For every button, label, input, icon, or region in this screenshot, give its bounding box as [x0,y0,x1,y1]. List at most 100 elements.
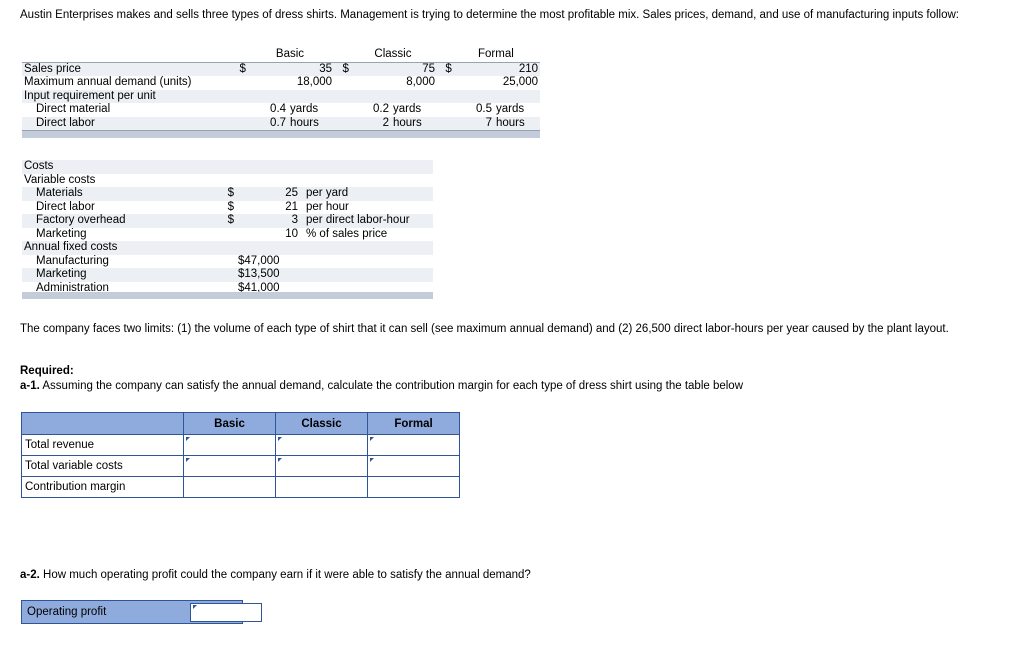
table-row: Maximum annual demand (units) 18,000 8,0… [22,76,540,90]
question-a2-prefix: a-2. [20,569,40,581]
operating-profit-row: Operating profit [21,600,262,624]
contribution-margin-formal-cell[interactable] [367,476,460,498]
table-row: Annual fixed costs [22,241,433,255]
sales-price-basic: 35 [245,62,335,76]
limits-paragraph: The company faces two limits: (1) the vo… [20,323,949,335]
direct-material-classic-value: 0.2 [373,103,389,115]
costs-data-table: Costs Variable costs Materials $ 25 per … [22,160,433,295]
table-header-row: Basic Classic Formal [22,48,540,63]
answer-header-basic: Basic [183,412,276,435]
table-row: Materials $ 25 per yard [22,187,433,201]
question-a2: a-2. How much operating profit could the… [20,568,1012,584]
contribution-margin-classic-cell[interactable] [275,476,368,498]
table-row: Direct labor $ 21 per hour [22,201,433,215]
cell-caret-icon [278,458,282,462]
contribution-margin-basic-cell[interactable] [183,476,276,498]
total-revenue-classic-input[interactable] [276,436,367,454]
direct-labor-classic: 2 hours [348,116,437,131]
direct-labor-formal-value: 7 [485,116,492,129]
header-formal: Formal [451,48,540,63]
factory-overhead-value: 3 [236,214,300,228]
operating-profit-input[interactable] [190,603,262,622]
row-label-sales-price: Sales price [22,62,232,76]
row-label-input-requirement: Input requirement per unit [22,89,232,103]
contribution-margin-classic-input[interactable] [276,478,367,496]
direct-labor-formal-unit: hours [496,116,525,129]
direct-labor-formal: 7 hours [451,116,540,131]
manufacturing-fixed-value: $47,000 [238,254,280,267]
intro-paragraph: Austin Enterprises makes and sells three… [20,9,959,21]
row-label-manufacturing-fixed: Manufacturing [36,254,109,267]
marketing-variable-unit: % of sales price [306,227,388,240]
row-label-materials: Materials [22,187,216,201]
total-revenue-formal-cell[interactable] [367,434,460,456]
direct-labor-cost-unit: per hour [306,200,349,213]
materials-value: 25 [236,187,300,201]
materials-unit: per yard [300,187,433,201]
direct-labor-basic: 0.7 hours [245,116,335,131]
fixed-costs-heading: Annual fixed costs [22,241,216,255]
direct-labor-classic-value: 2 [382,116,389,129]
total-variable-costs-classic-input[interactable] [276,457,367,475]
question-a1-prefix: a-1. [20,380,40,392]
question-a1: a-1. Assuming the company can satisfy th… [20,379,1012,395]
row-label-total-variable-costs: Total variable costs [21,455,184,477]
table-row: Variable costs [22,174,433,188]
total-revenue-basic-cell[interactable] [183,434,276,456]
question-a1-text: Assuming the company can satisfy the ann… [39,380,744,392]
total-revenue-formal-input[interactable] [368,436,459,454]
direct-material-formal: 0.5 yards [452,103,540,117]
cell-caret-icon [278,437,282,441]
answer-header-formal: Formal [367,412,460,435]
direct-material-basic-unit: yards [290,103,319,115]
factory-overhead-unit: per direct labor-hour [300,214,433,228]
total-variable-costs-basic-cell[interactable] [183,455,276,477]
contribution-margin-basic-input[interactable] [184,478,275,496]
table-row: Factory overhead $ 3 per direct labor-ho… [22,214,433,228]
total-revenue-classic-cell[interactable] [275,434,368,456]
row-label-marketing-fixed: Marketing [22,268,216,282]
contribution-margin-formal-input[interactable] [368,478,459,496]
table-row: Contribution margin [21,476,460,498]
marketing-fixed-value: $13,500 [236,268,300,282]
direct-labor-basic-value: 0.7 [270,116,287,129]
product-data-table: Basic Classic Formal Sales price $ 35 $ … [22,48,540,131]
section-divider-bar-1 [22,131,540,138]
table-row: Sales price $ 35 $ 75 $ 210 [22,62,540,76]
max-demand-formal: 25,000 [502,76,538,88]
row-label-direct-material: Direct material [36,103,111,115]
row-label-marketing-variable: Marketing [36,227,87,240]
sales-price-classic: 75 [348,62,437,76]
costs-title: Costs [22,160,216,174]
header-basic: Basic [245,48,335,63]
row-label-max-demand: Maximum annual demand (units) [24,76,192,88]
row-label-total-revenue: Total revenue [21,434,184,456]
row-label-direct-labor-cost: Direct labor [36,200,95,213]
table-row: Marketing 10 % of sales price [22,228,433,242]
answer-header-row: Basic Classic Formal [21,412,460,435]
sales-price-classic-symbol: $ [334,62,349,76]
total-revenue-basic-input[interactable] [184,436,275,454]
variable-costs-heading: Variable costs [24,173,96,186]
row-label-contribution-margin: Contribution margin [21,476,184,498]
cell-caret-icon [370,458,374,462]
direct-labor-basic-unit: hours [290,116,319,129]
cell-caret-icon [370,437,374,441]
max-demand-basic: 18,000 [296,76,333,88]
table-row: Costs [22,160,433,174]
table-row: Total variable costs [21,455,460,477]
answer-header-corner [21,412,184,435]
sales-price-basic-symbol: $ [231,62,246,76]
required-heading: Required: [20,365,74,377]
direct-material-basic: 0.4 yards [246,103,334,117]
total-variable-costs-classic-cell[interactable] [275,455,368,477]
total-variable-costs-formal-input[interactable] [368,457,459,475]
header-classic: Classic [348,48,437,63]
cell-caret-icon [193,605,197,609]
question-a2-text: How much operating profit could the comp… [39,569,531,581]
marketing-variable-value: 10 [285,227,298,240]
total-variable-costs-basic-input[interactable] [184,457,275,475]
table-row: Direct material 0.4 yards 0.2 yards 0.5 yar… [22,103,540,117]
direct-labor-cost-value: 21 [285,200,298,213]
total-variable-costs-formal-cell[interactable] [367,455,460,477]
